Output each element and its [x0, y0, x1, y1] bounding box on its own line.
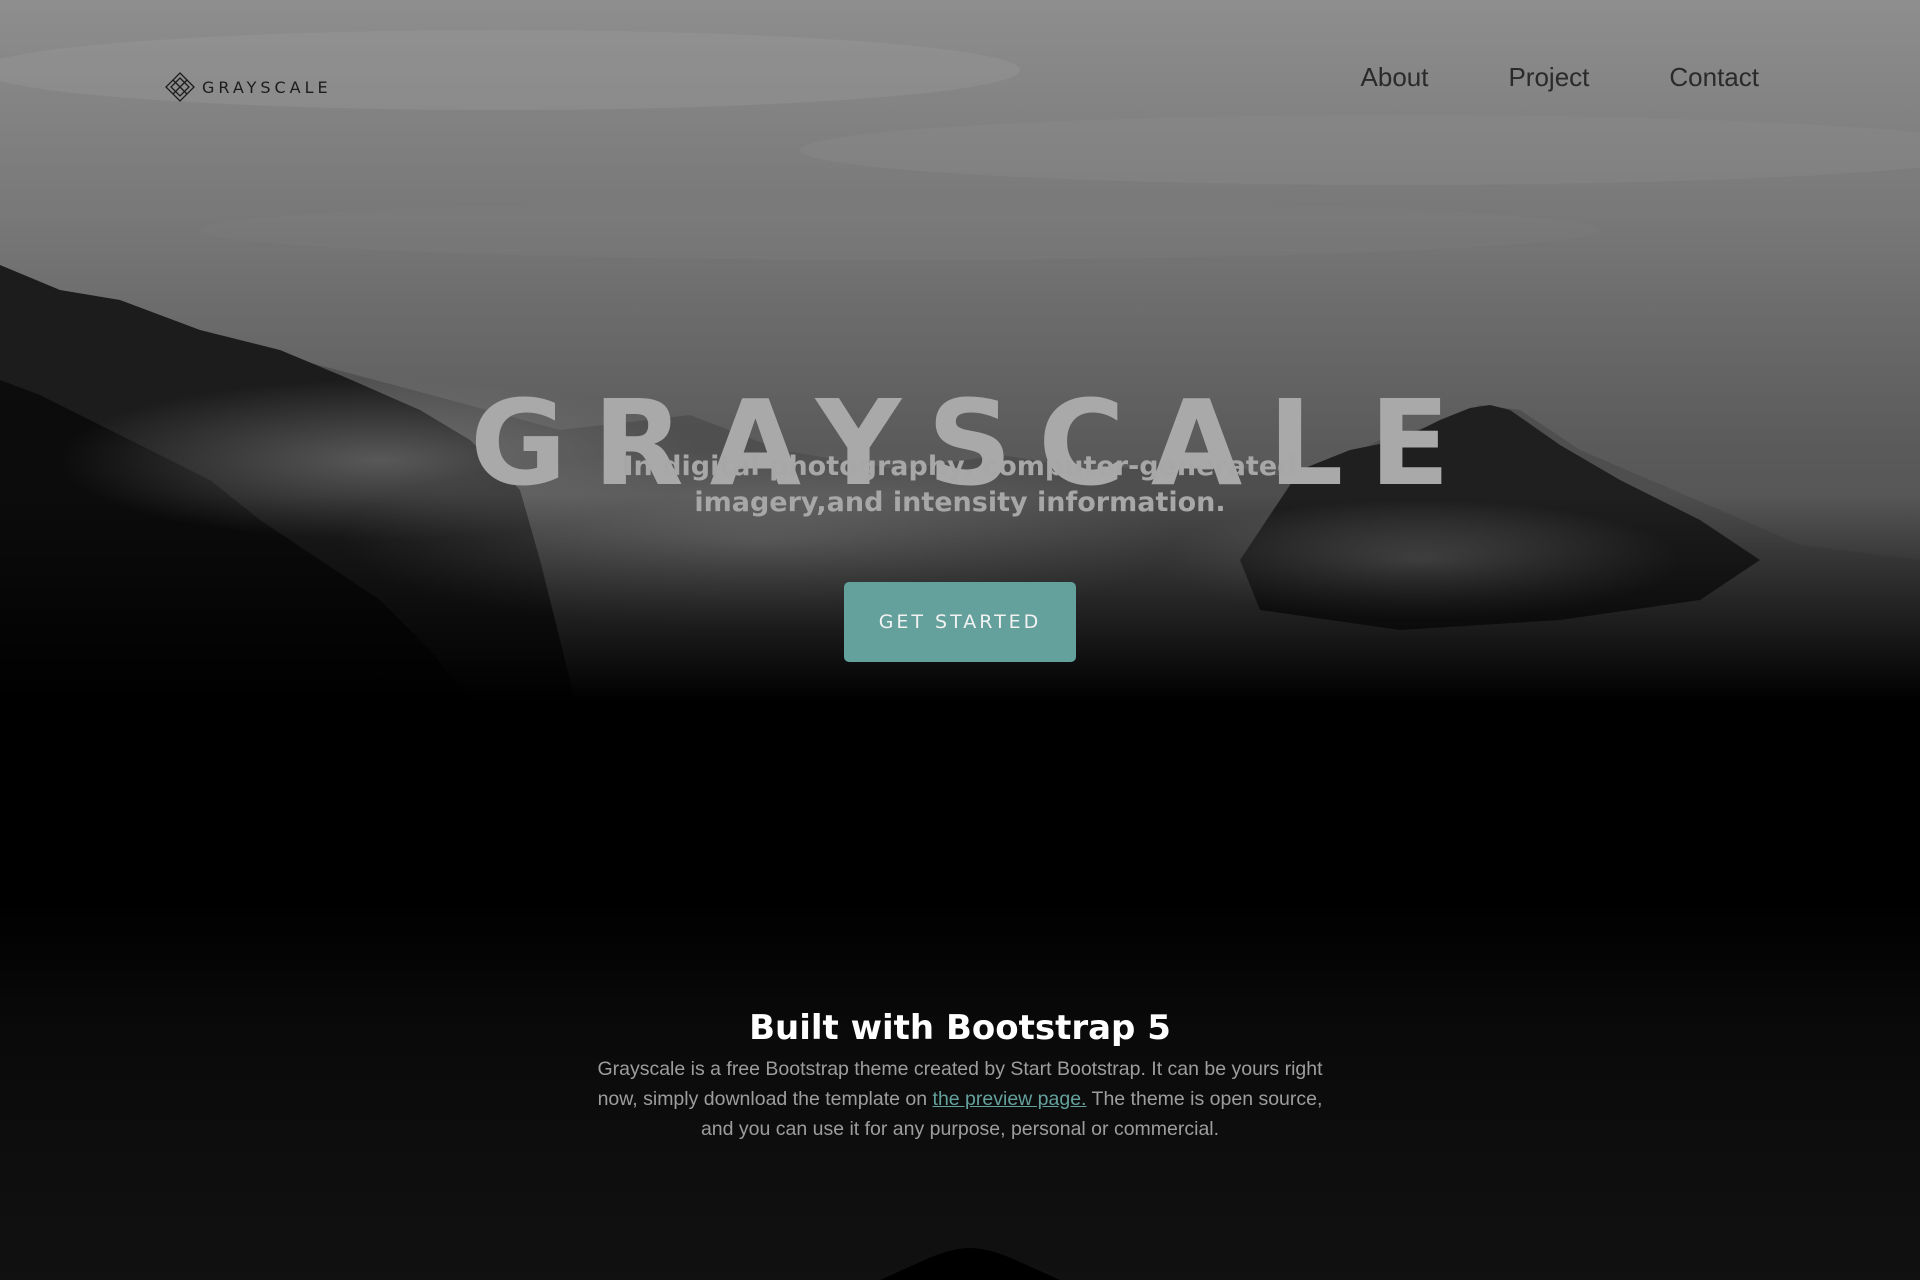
get-started-button[interactable]: GET STARTED	[844, 582, 1076, 662]
brand-name: GRAYSCALE	[202, 77, 332, 97]
about-section: Built with Bootstrap 5 Grayscale is a fr…	[0, 900, 1920, 1280]
device-image-edge	[880, 1248, 1060, 1280]
nav-links: About Project Contact	[1361, 62, 1759, 93]
diamond-logo-icon	[165, 72, 195, 102]
hero-subtitle: In digital photography, computer-generat…	[623, 451, 1297, 518]
preview-page-link[interactable]: the preview page.	[933, 1088, 1087, 1110]
nav-link-project[interactable]: Project	[1508, 62, 1589, 93]
page: GRAYSCALE About Project Contact GRAYSCAL…	[0, 0, 1920, 1280]
hero-section: GRAYSCALE About Project Contact GRAYSCAL…	[0, 0, 1920, 900]
about-title: Built with Bootstrap 5	[749, 1008, 1171, 1049]
nav-link-about[interactable]: About	[1361, 62, 1429, 93]
navbar: GRAYSCALE About Project Contact	[0, 0, 1920, 170]
brand-logo-link[interactable]: GRAYSCALE	[164, 70, 332, 104]
nav-link-contact[interactable]: Contact	[1669, 62, 1759, 93]
about-description: Grayscale is a free Bootstrap theme crea…	[590, 1054, 1330, 1144]
